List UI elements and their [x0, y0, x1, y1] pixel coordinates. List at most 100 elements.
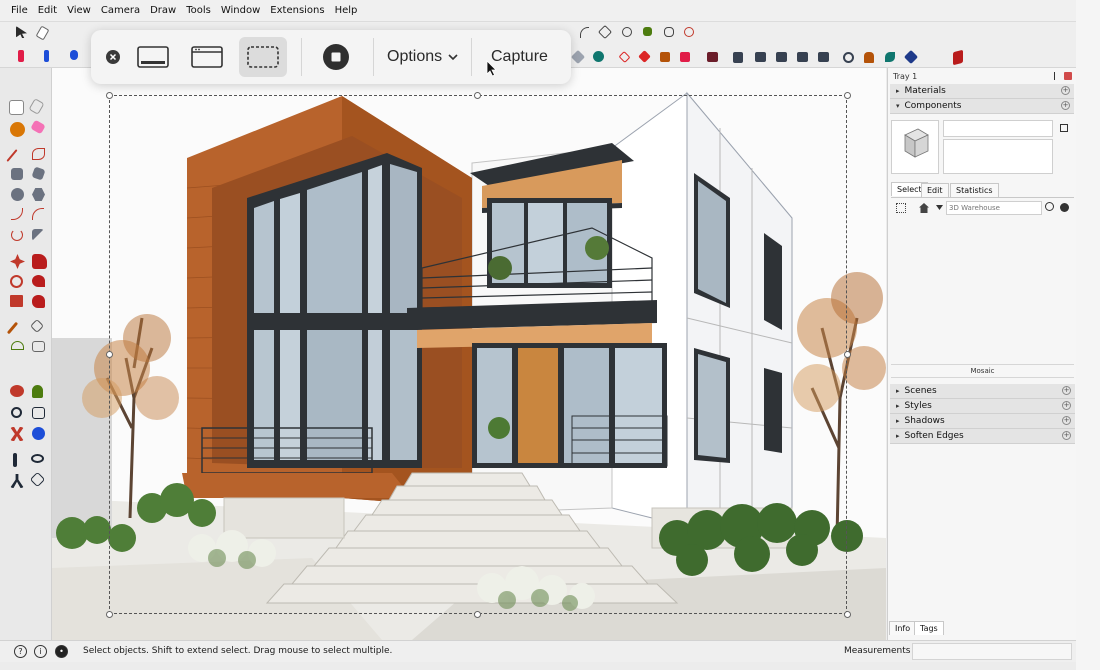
pan-icon[interactable] [32, 385, 43, 398]
protractor-icon[interactable] [11, 341, 24, 350]
freehand-icon[interactable] [32, 148, 45, 160]
zoom-extents-icon[interactable] [10, 427, 24, 441]
view-top-icon[interactable] [593, 51, 604, 62]
plus-icon[interactable]: + [1062, 386, 1071, 395]
user-account-icon[interactable]: • [55, 645, 68, 658]
home-icon[interactable] [919, 203, 929, 213]
plus-icon[interactable]: + [1062, 416, 1071, 425]
capture-button[interactable]: Capture [491, 44, 548, 70]
two-point-arc-icon[interactable] [32, 208, 44, 220]
model-viewport[interactable] [52, 68, 886, 640]
arc-icon[interactable] [11, 208, 23, 220]
capture-selection-button[interactable] [239, 37, 287, 77]
rotate-icon[interactable] [10, 275, 23, 288]
line-icon[interactable] [6, 149, 18, 162]
details-arrow-icon[interactable] [1060, 203, 1069, 212]
capture-entire-screen-button[interactable] [135, 42, 171, 72]
style-hidden-line-icon[interactable] [660, 52, 670, 62]
look-around-icon[interactable] [885, 52, 895, 62]
section-components[interactable]: ▾ Components + [890, 99, 1074, 114]
select-icon[interactable] [9, 100, 24, 115]
scale-icon[interactable] [10, 295, 23, 307]
rectangle-icon[interactable] [11, 168, 23, 180]
menu-edit[interactable]: Edit [33, 5, 62, 16]
rotate-tool-icon[interactable] [70, 50, 78, 60]
section-materials[interactable]: ▸ Materials + [890, 84, 1074, 99]
arc-tool-icon[interactable] [580, 27, 589, 38]
capture-window-button[interactable] [189, 42, 225, 72]
style-shaded-icon[interactable] [680, 52, 690, 62]
select-tool-icon[interactable] [16, 26, 27, 38]
handle-bottom-right[interactable] [844, 611, 851, 618]
mosaic-bar[interactable]: Mosaic [891, 364, 1074, 378]
eraser-icon[interactable] [28, 98, 45, 115]
nav-dropdown-icon[interactable] [936, 205, 943, 210]
menu-draw[interactable]: Draw [145, 5, 181, 16]
view-bottom-icon[interactable] [797, 52, 808, 62]
section-plane-icon[interactable] [903, 49, 919, 65]
record-screen-button[interactable] [321, 42, 351, 72]
offset-icon[interactable] [32, 295, 45, 308]
move-tool-icon[interactable] [44, 50, 49, 62]
view-left-icon[interactable] [776, 52, 787, 62]
polygon-icon[interactable] [32, 188, 45, 201]
tab-tags[interactable]: Tags [914, 621, 944, 635]
section-styles[interactable]: ▸ Styles + [890, 399, 1075, 414]
section-scenes[interactable]: ▸ Scenes + [890, 384, 1075, 399]
tape-measure-icon[interactable] [6, 321, 19, 335]
component-details-icon[interactable] [1060, 124, 1068, 132]
walk-tool-icon[interactable] [864, 52, 874, 63]
section-plane-tool-icon[interactable] [29, 471, 46, 488]
view-perspective-icon[interactable] [818, 52, 829, 62]
paint-icon[interactable] [10, 122, 25, 137]
paint-bucket-icon[interactable] [643, 27, 652, 36]
rotated-rectangle-icon[interactable] [31, 166, 46, 181]
push-pull-tool-icon[interactable] [32, 254, 47, 269]
look-around-tool-icon[interactable] [31, 454, 44, 463]
three-point-arc-icon[interactable] [11, 229, 23, 241]
menu-window[interactable]: Window [216, 5, 265, 16]
ruby-console-icon[interactable] [953, 49, 963, 66]
close-capture-button[interactable] [104, 48, 122, 66]
polygon-tool-icon[interactable] [597, 24, 613, 40]
pin-icon[interactable] [1054, 72, 1060, 80]
section-shadows[interactable]: ▸ Shadows + [890, 414, 1075, 429]
tab-statistics[interactable]: Statistics [950, 183, 999, 197]
warehouse-search-input[interactable] [946, 201, 1042, 215]
eraser-tool-icon[interactable] [35, 25, 50, 41]
options-button[interactable]: Options [387, 44, 459, 70]
component-description-field[interactable] [943, 139, 1053, 174]
info-icon[interactable]: i [34, 645, 47, 658]
previous-view-icon[interactable] [32, 427, 45, 440]
walk-icon[interactable] [10, 474, 24, 488]
menu-tools[interactable]: Tools [181, 5, 216, 16]
view-iso-icon[interactable] [570, 49, 586, 65]
geo-location-icon[interactable]: ? [14, 645, 27, 658]
push-pull-icon[interactable] [18, 50, 24, 62]
zoom-icon[interactable] [11, 407, 22, 418]
tray-close-icon[interactable] [1064, 72, 1072, 80]
plus-icon[interactable]: + [1061, 86, 1070, 95]
move-icon[interactable] [10, 254, 25, 269]
follow-me-icon[interactable] [684, 27, 694, 37]
handle-top-mid[interactable] [474, 92, 481, 99]
plus-icon[interactable]: + [1062, 401, 1071, 410]
view-front-icon[interactable] [707, 52, 718, 62]
text-icon[interactable] [32, 341, 45, 352]
circle-icon[interactable] [11, 188, 24, 201]
zoom-window-icon[interactable] [32, 407, 45, 419]
measurements-field[interactable] [912, 643, 1072, 660]
position-camera-icon[interactable] [13, 453, 17, 467]
circle-tool-icon[interactable] [622, 27, 632, 37]
orbit-icon[interactable] [10, 385, 24, 397]
handle-bottom-left[interactable] [106, 611, 113, 618]
dimension-icon[interactable] [29, 318, 45, 334]
menu-file[interactable]: File [6, 5, 33, 16]
plus-icon[interactable]: + [1062, 431, 1071, 440]
tab-info[interactable]: Info [889, 621, 917, 635]
view-back-icon[interactable] [755, 52, 766, 62]
component-name-field[interactable] [943, 120, 1053, 137]
menu-help[interactable]: Help [330, 5, 363, 16]
menu-extensions[interactable]: Extensions [265, 5, 329, 16]
plus-icon[interactable]: + [1061, 101, 1070, 110]
